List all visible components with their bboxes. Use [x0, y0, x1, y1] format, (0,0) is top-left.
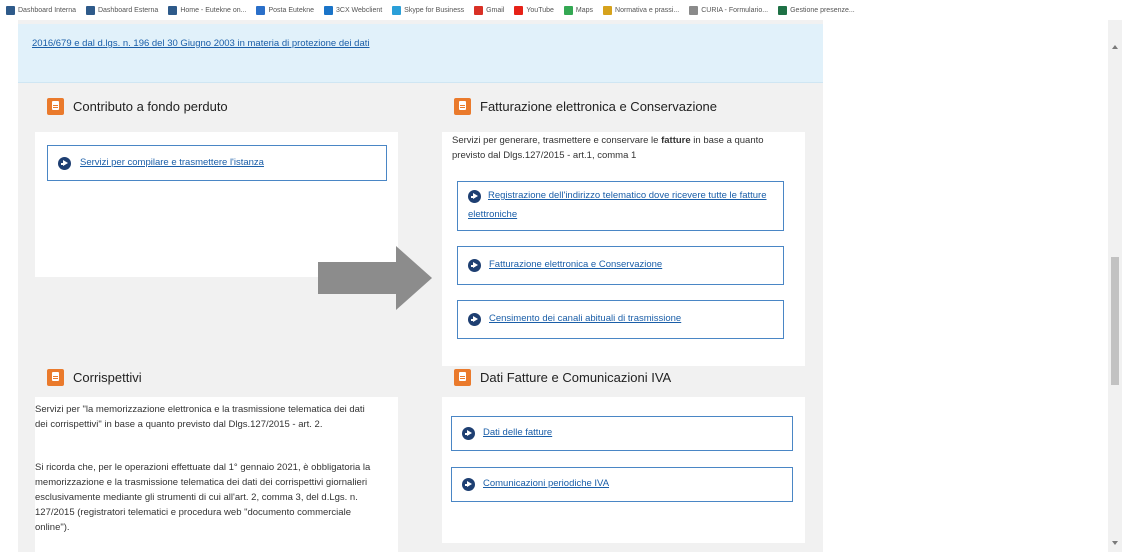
arrow-right-circle-icon — [58, 157, 71, 170]
link-dati-fatture[interactable]: Dati delle fatture — [451, 416, 793, 451]
bookmark-label[interactable]: Maps — [576, 7, 593, 14]
bookmark-item[interactable]: CURIA - Formulario... — [689, 5, 768, 15]
link-servizi-istanza[interactable]: Servizi per compilare e trasmettere l'is… — [47, 145, 387, 181]
link-label[interactable]: Comunicazioni periodiche IVA — [483, 475, 609, 493]
normativa-icon — [603, 5, 613, 15]
card-dati-fatture-title: Dati Fatture e Comunicazioni IVA — [454, 369, 671, 386]
dashboard-icon — [6, 5, 15, 15]
mail-icon — [256, 5, 266, 15]
page-viewport: 2016/679 e dal d.lgs. n. 196 del 30 Giug… — [0, 20, 1108, 552]
bookmark-label[interactable]: Dashboard Esterna — [98, 7, 158, 14]
maps-icon — [563, 5, 573, 15]
link-censimento-canali[interactable]: Censimento dei canali abituali di trasmi… — [457, 300, 784, 339]
bookmark-item[interactable]: Dashboard Esterna — [85, 5, 158, 15]
link-registrazione-indirizzo[interactable]: Registrazione dell'indirizzo telematico … — [457, 181, 784, 231]
card-fatturazione-title: Fatturazione elettronica e Conservazione — [454, 98, 717, 115]
bookmark-item[interactable]: YouTube — [514, 5, 554, 15]
bookmarks-bar: Dashboard Interna Dashboard Esterna Home -… — [0, 0, 1122, 20]
card-title-text: Fatturazione elettronica e Conservazione — [480, 99, 718, 114]
bookmark-label[interactable]: Gestione presenze... — [790, 7, 855, 14]
eutekne-icon — [168, 5, 178, 15]
card-title-text: Dati Fatture e Comunicazioni IVA — [480, 370, 672, 385]
bookmark-item[interactable]: Dashboard Interna — [6, 5, 76, 15]
bookmark-item[interactable]: 3CX Webclient — [324, 5, 382, 15]
card-title-text: Corrispettivi — [73, 370, 142, 385]
card-contributo-title: Contributo a fondo perduto — [47, 98, 228, 115]
link-comunicazioni-iva[interactable]: Comunicazioni periodiche IVA — [451, 467, 793, 502]
document-icon — [47, 369, 64, 386]
bookmark-label[interactable]: Home - Eutekne on... — [180, 7, 246, 14]
bookmark-label[interactable]: Dashboard Interna — [18, 7, 76, 14]
youtube-icon — [514, 5, 524, 15]
bookmark-label[interactable]: Normativa e prassi... — [615, 7, 679, 14]
bookmark-item[interactable]: Posta Eutekne — [256, 5, 314, 15]
bookmark-label[interactable]: Gmail — [486, 7, 504, 14]
link-label[interactable]: Fatturazione elettronica e Conservazione — [489, 256, 662, 274]
card-title-text: Contributo a fondo perduto — [73, 99, 228, 114]
card-corrispettivi-desc1: Servizi per "la memorizzazione elettroni… — [35, 404, 365, 430]
bookmark-label[interactable]: YouTube — [526, 7, 554, 14]
document-icon — [454, 98, 471, 115]
scroll-down-icon[interactable] — [1112, 541, 1118, 545]
bookmark-label[interactable]: Posta Eutekne — [268, 7, 314, 14]
document-icon — [454, 369, 471, 386]
bookmark-item[interactable]: Normativa e prassi... — [603, 5, 679, 15]
card-fatturazione: Fatturazione elettronica e Conservazione… — [442, 98, 805, 366]
bookmark-item[interactable]: Home - Eutekne on... — [168, 5, 246, 15]
bookmark-label[interactable]: Skype for Business — [404, 7, 464, 14]
card-corrispettivi-title: Corrispettivi — [47, 369, 142, 386]
excel-icon — [778, 5, 788, 15]
curia-icon — [689, 5, 699, 15]
link-fatturazione-conservazione[interactable]: Fatturazione elettronica e Conservazione — [457, 246, 784, 285]
bookmark-label[interactable]: 3CX Webclient — [336, 7, 382, 14]
gmail-icon — [474, 5, 484, 15]
skype-icon — [392, 5, 402, 15]
arrow-right-circle-icon — [468, 313, 481, 326]
link-label[interactable]: Dati delle fatture — [483, 424, 552, 442]
arrow-right-circle-icon — [468, 259, 481, 272]
link-label[interactable]: Censimento dei canali abituali di trasmi… — [489, 310, 681, 328]
dashboard-icon — [85, 5, 95, 15]
3cx-icon — [324, 5, 333, 15]
card-dati-fatture: Dati Fatture e Comunicazioni IVA Dati de… — [442, 369, 805, 543]
bookmark-item[interactable]: Skype for Business — [392, 5, 464, 15]
privacy-notice-link[interactable]: 2016/679 e dal d.lgs. n. 196 del 30 Giug… — [32, 38, 370, 49]
bookmark-item[interactable]: Maps — [563, 5, 593, 15]
link-label[interactable]: Registrazione dell'indirizzo telematico … — [468, 186, 778, 224]
arrow-right-circle-icon — [462, 427, 475, 440]
vertical-scrollbar[interactable] — [1108, 20, 1122, 552]
card-corrispettivi: Corrispettivi Servizi per "la memorizzaz… — [35, 369, 398, 552]
big-arrow-right-icon — [318, 246, 432, 310]
scroll-up-icon[interactable] — [1112, 45, 1118, 49]
bookmark-item[interactable]: Gmail — [474, 5, 504, 15]
scrollbar-thumb[interactable] — [1111, 257, 1119, 385]
arrow-right-circle-icon — [462, 478, 475, 491]
card-fatturazione-desc: Servizi per generare, trasmettere e cons… — [452, 135, 764, 161]
bookmark-label[interactable]: CURIA - Formulario... — [701, 7, 768, 14]
document-icon — [47, 98, 64, 115]
link-label[interactable]: Servizi per compilare e trasmettere l'is… — [80, 154, 264, 172]
privacy-notice: 2016/679 e dal d.lgs. n. 196 del 30 Giug… — [18, 24, 823, 83]
bookmark-item[interactable]: Gestione presenze... — [778, 5, 855, 15]
card-corrispettivi-desc2: Si ricorda che, per le operazioni effett… — [35, 462, 371, 533]
